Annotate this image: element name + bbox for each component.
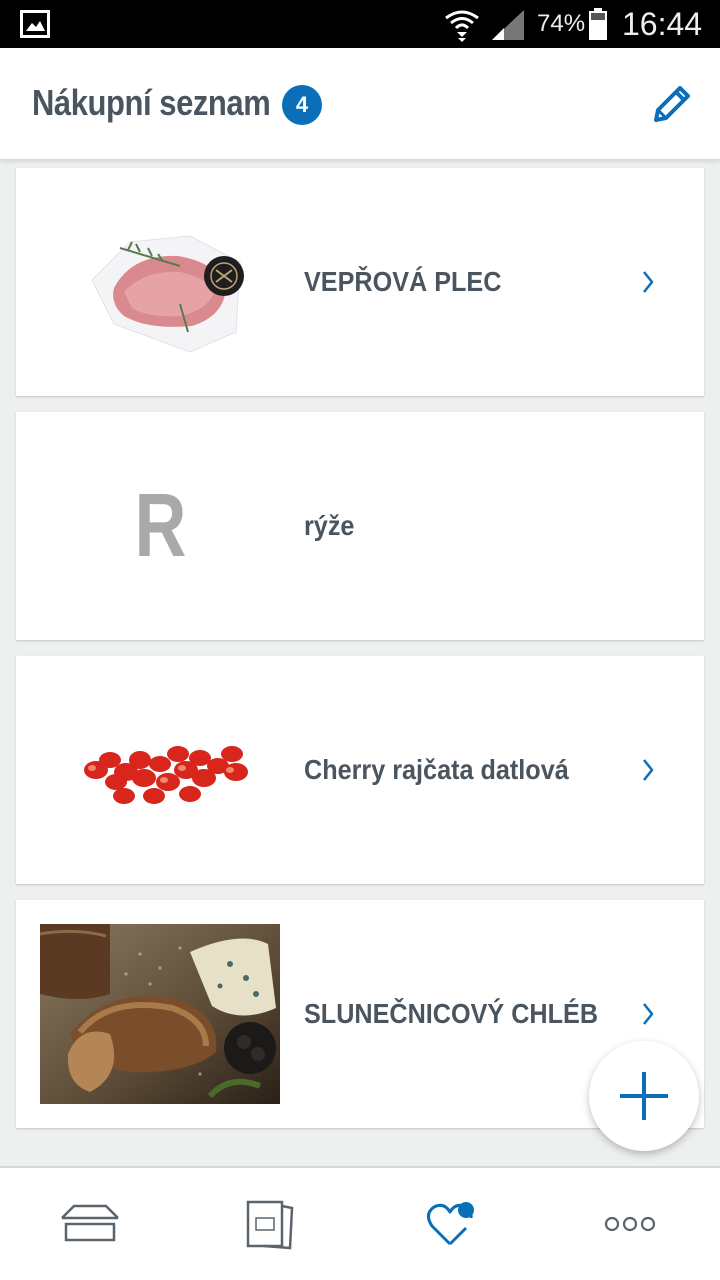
list-item[interactable]: VEPŘOVÁ PLEC (16, 168, 704, 396)
chevron-right-icon[interactable] (638, 756, 658, 784)
battery-icon (589, 8, 607, 40)
plus-icon (620, 1072, 668, 1120)
item-label: SLUNEČNICOVÝ CHLÉB (304, 998, 599, 1029)
item-label: Cherry rajčata datlová (304, 754, 569, 785)
item-count-badge: 4 (282, 85, 322, 125)
more-icon (604, 1216, 656, 1232)
sunflower-bread-image (40, 924, 280, 1104)
status-bar: 74% 16:44 (0, 0, 720, 48)
pencil-icon[interactable] (648, 80, 696, 128)
add-item-button[interactable] (589, 1041, 699, 1151)
signal-icon (492, 10, 524, 40)
leaflet-icon (246, 1200, 294, 1250)
page-title: Nákupní seznam (32, 82, 271, 123)
nav-item-store[interactable] (0, 1168, 180, 1280)
list-item[interactable]: Cherry rajčata datlová (16, 656, 704, 884)
item-label: VEPŘOVÁ PLEC (304, 266, 502, 297)
clock: 16:44 (622, 6, 703, 42)
chevron-right-icon[interactable] (638, 1000, 658, 1028)
letter-thumbnail: R (134, 475, 186, 576)
nav-item-more[interactable] (540, 1168, 720, 1280)
pork-shoulder-image (40, 192, 280, 372)
chevron-right-icon[interactable] (638, 268, 658, 296)
favorites-heart-icon (427, 1202, 474, 1246)
nav-item-favorites[interactable] (360, 1168, 540, 1280)
cherry-tomatoes-image (40, 680, 280, 860)
wifi-icon (445, 10, 479, 42)
app-bar: Nákupní seznam 4 (0, 48, 720, 160)
item-label: rýže (304, 510, 355, 541)
list-item[interactable]: R rýže (16, 412, 704, 640)
battery-percent: 74% (537, 10, 586, 37)
store-icon (61, 1204, 119, 1242)
gallery-icon (20, 10, 50, 38)
nav-item-leaflet[interactable] (180, 1168, 360, 1280)
bottom-navigation (0, 1166, 720, 1280)
